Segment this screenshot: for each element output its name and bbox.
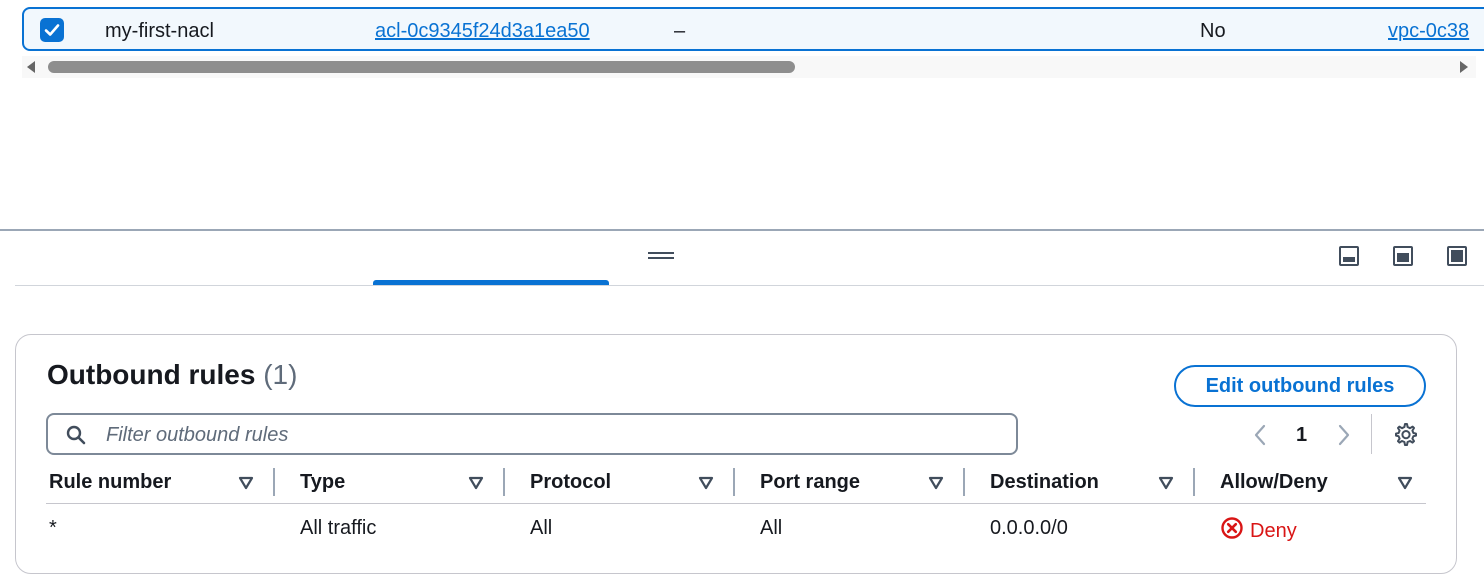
row-checkbox[interactable]: [40, 18, 64, 42]
split-panel-divider: [0, 229, 1484, 231]
column-separator[interactable]: [963, 468, 965, 496]
rules-count: (1): [263, 359, 298, 390]
column-separator[interactable]: [503, 468, 505, 496]
column-header-protocol[interactable]: Protocol: [530, 470, 611, 494]
column-header-destination[interactable]: Destination: [990, 470, 1099, 494]
acl-id-link[interactable]: acl-0c9345f24d3a1ea50: [375, 19, 590, 43]
deny-label: Deny: [1250, 520, 1297, 542]
scrollbar-thumb[interactable]: [48, 61, 795, 73]
sort-icon[interactable]: [1397, 476, 1413, 490]
nacl-name: my-first-nacl: [105, 20, 214, 42]
panel-side-icon[interactable]: [1393, 246, 1413, 266]
associated-with: –: [674, 20, 686, 42]
column-separator[interactable]: [1193, 468, 1195, 496]
pager-divider: [1371, 414, 1372, 454]
column-header-rule-number[interactable]: Rule number: [49, 470, 171, 494]
sort-icon[interactable]: [698, 476, 714, 490]
column-separator[interactable]: [733, 468, 735, 496]
cell-allow-deny: Deny: [1220, 516, 1297, 543]
vpc-id-link[interactable]: vpc-0c38: [1388, 19, 1469, 43]
cell-port-range: All: [760, 517, 783, 539]
tab-bar: [15, 285, 1484, 286]
selected-table-row[interactable]: [22, 7, 1484, 51]
column-separator[interactable]: [273, 468, 275, 496]
checkmark-icon: [44, 24, 60, 36]
table-header-divider: [46, 503, 1426, 504]
scroll-left-arrow-icon[interactable]: [27, 61, 35, 73]
cell-destination: 0.0.0.0/0: [990, 517, 1068, 539]
horizontal-scrollbar[interactable]: [22, 56, 1476, 78]
filter-bar: [46, 413, 1018, 455]
outbound-rules-heading: Outbound rules (1): [47, 358, 297, 392]
scroll-right-arrow-icon[interactable]: [1460, 61, 1468, 73]
search-icon: [66, 425, 86, 445]
edit-outbound-rules-button[interactable]: Edit outbound rules: [1174, 365, 1426, 407]
sort-icon[interactable]: [928, 476, 944, 490]
panel-bottom-icon[interactable]: [1339, 246, 1359, 266]
cell-type: All traffic: [300, 517, 377, 539]
column-header-port-range[interactable]: Port range: [760, 470, 860, 494]
chevron-right-icon[interactable]: [1336, 423, 1352, 447]
filter-input[interactable]: [104, 422, 988, 448]
sort-icon[interactable]: [1158, 476, 1174, 490]
column-header-type[interactable]: Type: [300, 470, 345, 494]
panel-full-icon[interactable]: [1447, 246, 1467, 266]
gear-icon[interactable]: [1392, 421, 1418, 447]
page-number[interactable]: 1: [1296, 423, 1307, 447]
deny-status-icon: [1221, 517, 1243, 539]
cell-rule-number: *: [49, 517, 57, 539]
default-value: No: [1200, 20, 1226, 42]
sort-icon[interactable]: [238, 476, 254, 490]
drag-handle-icon[interactable]: [648, 252, 674, 259]
tab-outbound-rules-indicator[interactable]: [373, 280, 609, 285]
heading-title: Outbound rules: [47, 359, 256, 390]
chevron-left-icon[interactable]: [1252, 423, 1268, 447]
cell-protocol: All: [530, 517, 553, 539]
column-header-allow-deny[interactable]: Allow/Deny: [1220, 470, 1328, 494]
sort-icon[interactable]: [468, 476, 484, 490]
